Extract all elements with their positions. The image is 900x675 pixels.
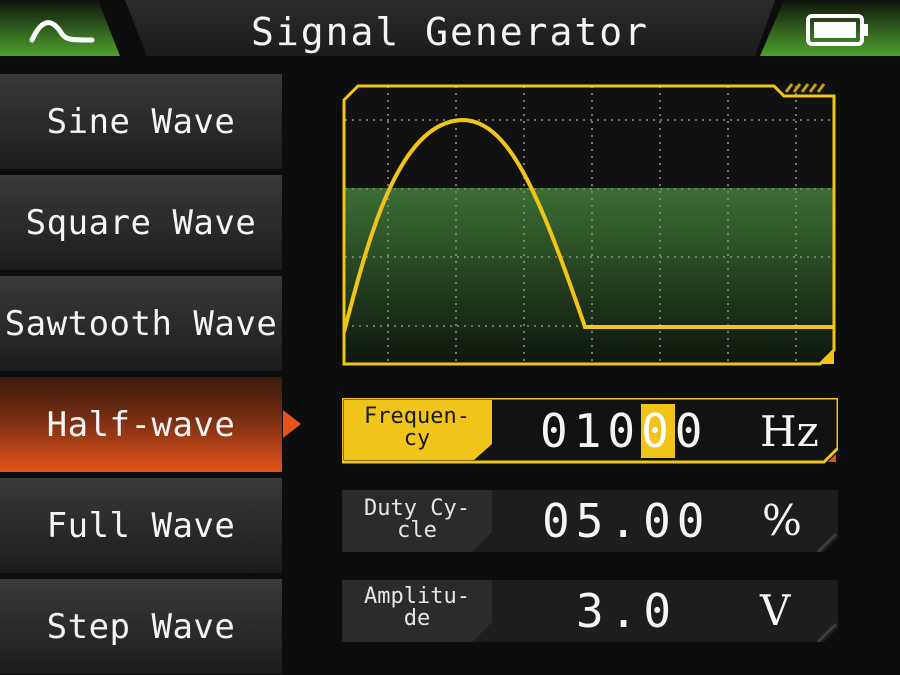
- waveform-display: [342, 83, 836, 366]
- duty-cycle-unit: %: [762, 496, 802, 545]
- duty-cycle-field[interactable]: Duty Cy- cle 05.00 %: [342, 490, 838, 552]
- frequency-value[interactable]: 01000: [540, 398, 709, 464]
- header-bar: Signal Generator: [0, 0, 900, 62]
- frequency-cursor-digit[interactable]: 0: [641, 404, 675, 458]
- frequency-field[interactable]: Frequen- cy 01000 Hz: [342, 398, 838, 464]
- active-pointer-icon: [283, 410, 301, 438]
- battery-icon: [806, 14, 868, 46]
- duty-cycle-label: Duty Cy- cle: [364, 496, 470, 543]
- amplitude-unit: V: [760, 586, 791, 635]
- signal-band: [344, 188, 834, 364]
- amplitude-field[interactable]: Amplitu- de 3.0 V: [342, 580, 838, 642]
- frequency-value-prefix: 010: [540, 404, 642, 458]
- amplitude-label: Amplitu- de: [364, 584, 470, 631]
- menu-item-sine-wave[interactable]: Sine Wave: [0, 74, 282, 169]
- menu-item-square-wave[interactable]: Square Wave: [0, 175, 282, 270]
- frequency-unit: Hz: [760, 407, 819, 456]
- menu-item-step-wave[interactable]: Step Wave: [0, 579, 282, 674]
- menu-item-sawtooth-wave[interactable]: Sawtooth Wave: [0, 276, 282, 371]
- frequency-label: Frequen- cy: [364, 404, 470, 451]
- duty-cycle-value[interactable]: 05.00: [542, 490, 710, 552]
- frequency-value-suffix: 0: [674, 404, 709, 458]
- menu-item-half-wave[interactable]: Half-wave: [0, 377, 282, 472]
- amplitude-value[interactable]: 3.0: [576, 580, 677, 642]
- menu-item-full-wave[interactable]: Full Wave: [0, 478, 282, 573]
